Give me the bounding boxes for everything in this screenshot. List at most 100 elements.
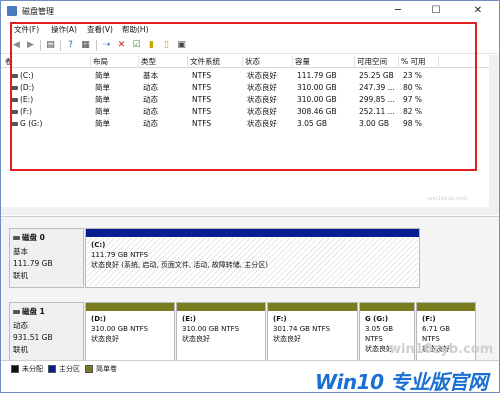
- volume-capacity: 310.00 GB: [297, 95, 337, 104]
- legend-primary: 主分区: [48, 364, 80, 374]
- console-tree-icon[interactable]: ▤: [45, 40, 56, 51]
- volume-row[interactable]: G (G:) 简单 动态 NTFS 状态良好 3.05 GB 3.00 GB 9…: [1, 118, 489, 130]
- volume-row[interactable]: (D:) 简单 动态 NTFS 状态良好 310.00 GB 247.39 ..…: [1, 82, 489, 94]
- disk-info-0[interactable]: 磁盘 0 基本 111.79 GB 联机: [9, 228, 84, 288]
- volume-layout: 简单: [95, 107, 110, 116]
- menu-action[interactable]: 操作(A): [51, 24, 77, 35]
- volume-status: 状态良好: [247, 95, 277, 104]
- volume-name: (D:): [9, 82, 34, 94]
- menu-view[interactable]: 查看(V): [87, 24, 113, 35]
- volume-name: (C:): [9, 70, 34, 82]
- volume-name: (F:): [9, 106, 32, 118]
- brand-watermark: win10zyb.com Win10 专业版官网: [315, 342, 500, 393]
- column-layout[interactable]: 布局: [91, 55, 139, 68]
- title-bar: 磁盘管理 ─ ☐ ✕: [1, 1, 499, 21]
- volume-status: 状态良好: [247, 107, 277, 116]
- disk-info-1[interactable]: 磁盘 1 动态 931.51 GB 联机: [9, 302, 84, 361]
- partition-c[interactable]: (C:) 111.79 GB NTFS 状态良好 (系统, 启动, 页面文件, …: [85, 228, 420, 288]
- column-type[interactable]: 类型: [139, 55, 188, 68]
- volume-percent-free: 80 %: [403, 83, 423, 92]
- format-icon[interactable]: ▣: [176, 40, 187, 51]
- partition-f[interactable]: (F:) 301.74 GB NTFS 状态良好: [267, 302, 358, 361]
- disk-management-icon: [7, 6, 17, 16]
- partition-body: (F:) 301.74 GB NTFS 状态良好: [269, 312, 356, 359]
- menu-help[interactable]: 帮助(H): [122, 24, 149, 35]
- simple-volume-bar: [86, 303, 174, 311]
- vertical-scrollbar[interactable]: [489, 55, 499, 215]
- volume-free-space: 25.25 GB: [359, 71, 394, 80]
- partition-status: 状态良好: [182, 335, 210, 343]
- horizontal-scrollbar[interactable]: [1, 207, 489, 215]
- legend-unallocated: 未分配: [11, 364, 43, 374]
- simple-volume-bar: [177, 303, 265, 311]
- volume-percent-free: 97 %: [403, 95, 423, 104]
- drive-icon: [11, 122, 18, 126]
- volume-name: G (G:): [9, 118, 42, 130]
- column-filesystem[interactable]: 文件系统: [188, 55, 243, 68]
- partition-d[interactable]: (D:) 310.00 GB NTFS 状态良好: [85, 302, 175, 361]
- properties-icon[interactable]: ▦: [80, 40, 91, 51]
- toolbar-separator: [40, 40, 41, 51]
- column-free-space[interactable]: 可用空间: [355, 55, 399, 68]
- volume-row[interactable]: (E:) 简单 动态 NTFS 状态良好 310.00 GB 299.85 ..…: [1, 94, 489, 106]
- partition-status: 状态良好: [273, 335, 301, 343]
- partition-name: (F:): [273, 315, 287, 323]
- volume-free-space: 299.85 ...: [359, 95, 395, 104]
- delete-icon[interactable]: ✕: [116, 40, 127, 51]
- volume-table-header: 卷 布局 类型 文件系统 状态 容量 可用空间 % 可用: [1, 55, 489, 68]
- volume-row[interactable]: (F:) 简单 动态 NTFS 状态良好 308.46 GB 252.11 ..…: [1, 106, 489, 118]
- volume-filesystem: NTFS: [192, 83, 212, 92]
- partition-status: 状态良好: [91, 335, 119, 343]
- partition-name: (F:): [422, 315, 436, 323]
- disk-type: 基本: [13, 247, 28, 256]
- partition-name: (D:): [91, 315, 107, 323]
- volume-free-space: 247.39 ...: [359, 83, 395, 92]
- volume-capacity: 111.79 GB: [297, 71, 337, 80]
- volume-name: (E:): [9, 94, 33, 106]
- disk-status: 联机: [13, 345, 28, 354]
- disk-name-text: 磁盘 1: [22, 307, 45, 316]
- column-volume[interactable]: 卷: [3, 55, 91, 68]
- connect-icon[interactable]: ⇢: [101, 40, 112, 51]
- disk-icon: [13, 310, 20, 314]
- volume-filesystem: NTFS: [192, 107, 212, 116]
- simple-volume-bar: [360, 303, 414, 311]
- help-icon[interactable]: ?: [65, 40, 76, 51]
- volume-free-space: 252.11 ...: [359, 107, 395, 116]
- partition-name: (E:): [182, 315, 196, 323]
- drive-icon: [11, 98, 18, 102]
- volume-percent-free: 98 %: [403, 119, 423, 128]
- legend-label: 简单卷: [96, 365, 117, 373]
- toolbar: ◀ ▶ ▤ ? ▦ ⇢ ✕ ☑ ▮ ▯ ▣: [1, 37, 499, 54]
- partition-e[interactable]: (E:) 310.00 GB NTFS 状态良好: [176, 302, 266, 361]
- volume-row[interactable]: (C:) 简单 基本 NTFS 状态良好 111.79 GB 25.25 GB …: [1, 70, 489, 82]
- disk-size: 111.79 GB: [13, 259, 53, 268]
- volume-filesystem: NTFS: [192, 95, 212, 104]
- volume-name-text: (D:): [20, 83, 35, 92]
- partition-status: 状态良好 (系统, 启动, 页面文件, 活动, 故障转储, 主分区): [91, 261, 268, 269]
- column-percent-free[interactable]: % 可用: [399, 55, 439, 68]
- disk-name: 磁盘 0: [13, 232, 80, 243]
- volume-capacity: 308.46 GB: [297, 107, 337, 116]
- menu-file[interactable]: 文件(F): [14, 24, 39, 35]
- attach-icon[interactable]: ▯: [161, 40, 172, 51]
- column-status[interactable]: 状态: [243, 55, 293, 68]
- back-icon[interactable]: ◀: [11, 40, 22, 51]
- minimize-button[interactable]: ─: [381, 1, 415, 21]
- primary-swatch: [48, 365, 56, 373]
- volume-status: 状态良好: [247, 83, 277, 92]
- volume-filesystem: NTFS: [192, 71, 212, 80]
- column-capacity[interactable]: 容量: [293, 55, 355, 68]
- volume-layout: 简单: [95, 119, 110, 128]
- volume-capacity: 3.05 GB: [297, 119, 328, 128]
- close-button[interactable]: ✕: [461, 1, 495, 21]
- forward-icon[interactable]: ▶: [25, 40, 36, 51]
- maximize-button[interactable]: ☐: [419, 1, 453, 21]
- partition-name: G (G:): [365, 315, 389, 323]
- new-volume-icon[interactable]: ▮: [146, 40, 157, 51]
- check-icon[interactable]: ☑: [131, 40, 142, 51]
- volume-type: 动态: [143, 107, 158, 116]
- disk-name: 磁盘 1: [13, 306, 80, 317]
- brand-site: win10zyb.com: [389, 342, 494, 357]
- window-title: 磁盘管理: [22, 7, 54, 16]
